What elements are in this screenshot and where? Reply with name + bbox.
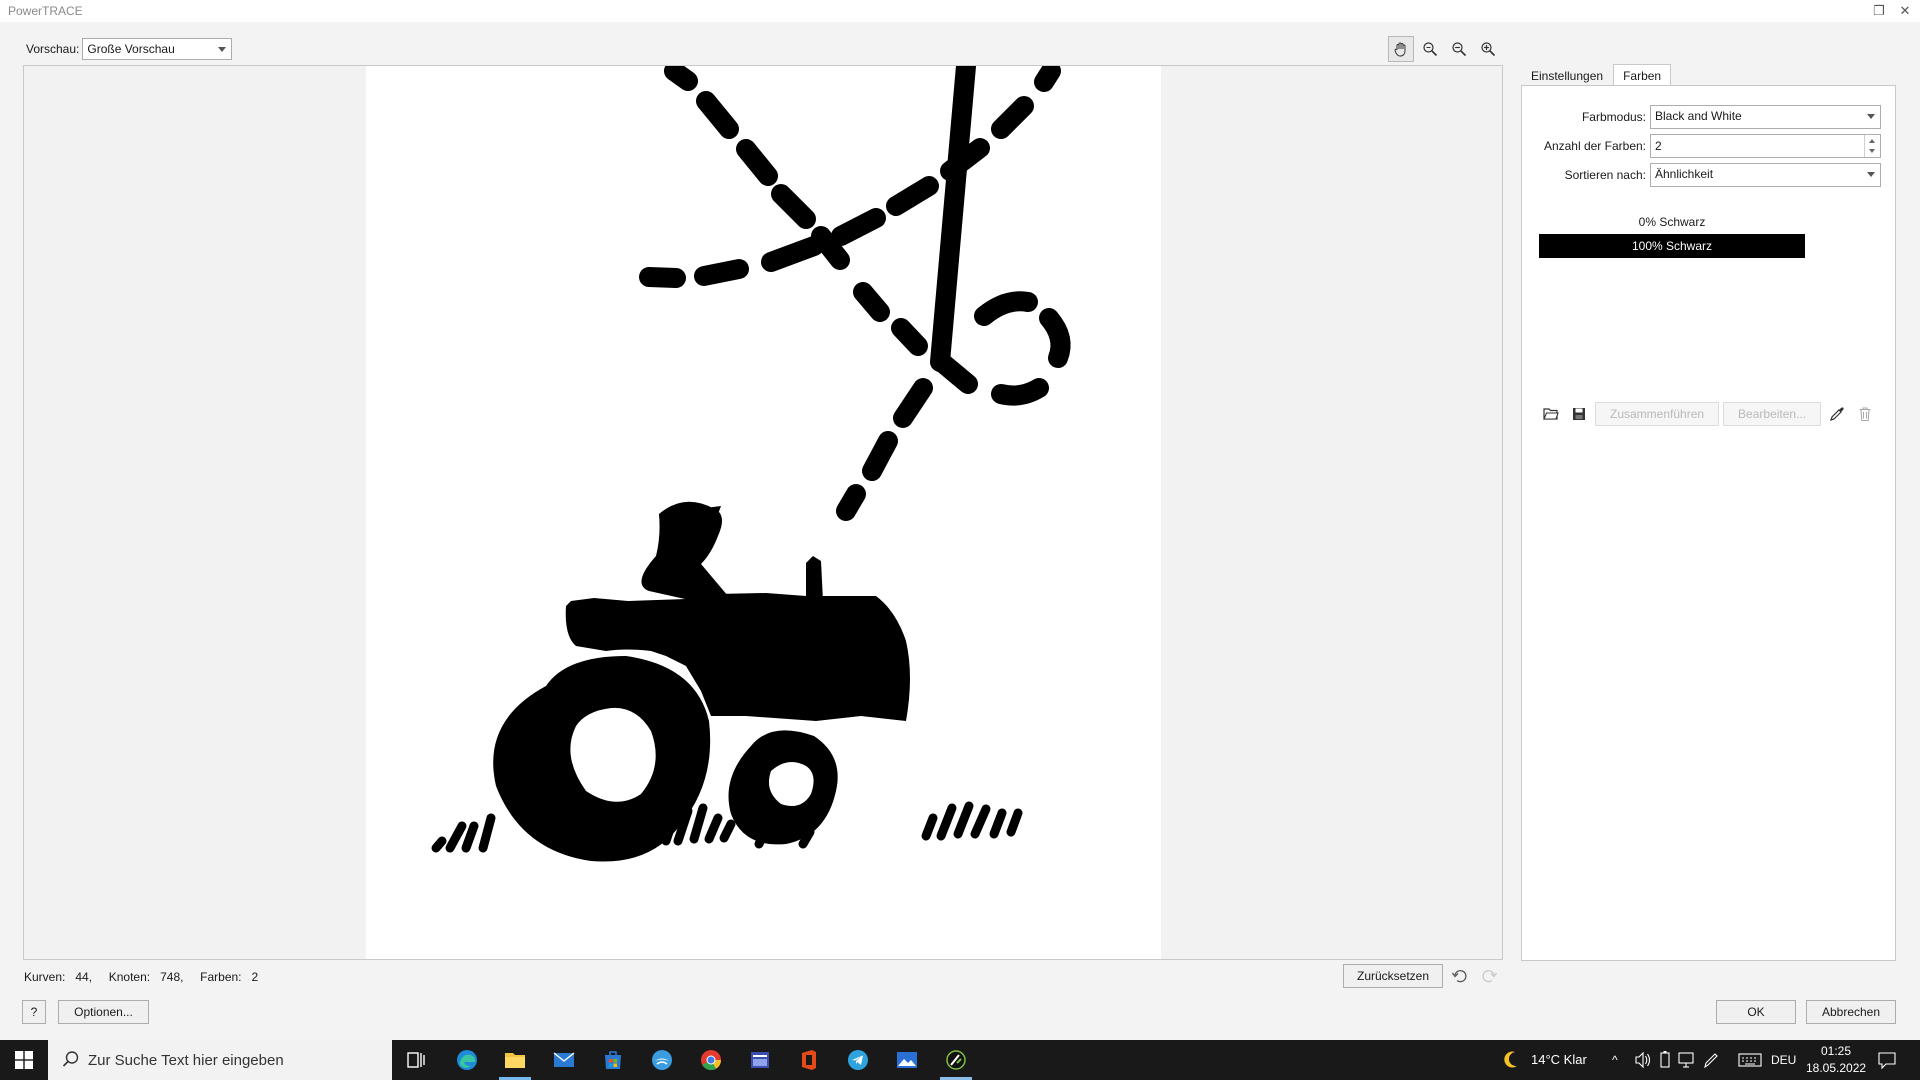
window-title: PowerTRACE xyxy=(8,4,83,18)
traced-image-page xyxy=(366,66,1161,959)
save-icon[interactable] xyxy=(1567,402,1591,426)
panel-tabs: Einstellungen Farben xyxy=(1521,64,1672,86)
color-list-item-selected[interactable]: 100% Schwarz xyxy=(1539,234,1805,258)
options-button[interactable]: Optionen... xyxy=(58,1000,149,1024)
pan-hand-icon[interactable] xyxy=(1388,36,1414,62)
title-bar: PowerTRACE ❐ ✕ xyxy=(0,0,1920,22)
weather-app-icon[interactable] xyxy=(650,1048,674,1072)
close-icon[interactable]: ✕ xyxy=(1896,2,1914,20)
clock-date: 18.05.2022 xyxy=(1806,1061,1867,1075)
trash-icon[interactable] xyxy=(1853,402,1877,426)
chrome-icon[interactable] xyxy=(699,1048,723,1072)
sort-row: Sortieren nach: Ähnlichkeit xyxy=(1522,163,1897,187)
curves-label: Kurven: xyxy=(24,970,66,984)
search-icon xyxy=(62,1051,79,1067)
color-list-item[interactable]: 0% Schwarz xyxy=(1539,210,1805,234)
colors-label: Farben: xyxy=(200,970,242,984)
reset-button[interactable]: Zurücksetzen xyxy=(1343,964,1443,988)
clock-time: 01:25 xyxy=(1820,1044,1852,1058)
search-placeholder: Zur Suche Text hier eingeben xyxy=(88,1052,284,1069)
edge-browser-icon[interactable] xyxy=(455,1048,479,1072)
zoom-in-icon[interactable] xyxy=(1475,36,1501,62)
stepper-down-icon[interactable] xyxy=(1869,149,1875,153)
weather-text[interactable]: 14°C Klar xyxy=(1531,1040,1587,1080)
stepper-up-icon[interactable] xyxy=(1869,139,1875,143)
nodes-value: 748, xyxy=(160,970,184,984)
preview-dropdown-value: Große Vorschau xyxy=(87,42,175,56)
telegram-icon[interactable] xyxy=(846,1048,870,1072)
colors-value: 2 xyxy=(251,970,259,984)
color-mode-row: Farbmodus: Black and White xyxy=(1522,105,1897,129)
color-mode-value: Black and White xyxy=(1655,109,1742,123)
zoom-icon[interactable] xyxy=(1417,36,1443,62)
restore-icon[interactable]: ❐ xyxy=(1870,2,1888,20)
taskbar: Zur Suche Text hier eingeben 14°C Klar ^… xyxy=(0,1040,1920,1080)
store-icon[interactable] xyxy=(601,1048,625,1072)
settings-panel: Einstellungen Farben Farbmodus: Black an… xyxy=(1521,64,1896,961)
color-mode-dropdown[interactable]: Black and White xyxy=(1650,105,1881,129)
merge-button[interactable]: Zusammenführen xyxy=(1595,402,1720,426)
chevron-down-icon xyxy=(1867,114,1875,119)
mail-icon[interactable] xyxy=(552,1048,576,1072)
pen-icon[interactable] xyxy=(1702,1040,1720,1080)
undo-icon[interactable] xyxy=(1451,967,1469,985)
preview-selector-row: Vorschau: Große Vorschau xyxy=(26,38,233,60)
help-button[interactable]: ? xyxy=(22,1000,46,1024)
sort-dropdown[interactable]: Ähnlichkeit xyxy=(1650,163,1881,187)
sort-value: Ähnlichkeit xyxy=(1655,167,1714,181)
chevron-down-icon xyxy=(218,47,227,52)
color-list: 0% Schwarz 100% Schwarz xyxy=(1539,210,1805,258)
color-tools-bar: Zusammenführen Bearbeiten... xyxy=(1539,402,1877,426)
moon-weather-icon[interactable] xyxy=(1502,1040,1522,1080)
color-count-row: Anzahl der Farben: 2 xyxy=(1522,134,1897,158)
cancel-button[interactable]: Abbrechen xyxy=(1806,1000,1896,1024)
coreldraw-icon[interactable] xyxy=(944,1048,968,1072)
task-view-icon[interactable] xyxy=(404,1048,428,1072)
stepper-buttons[interactable] xyxy=(1864,135,1880,157)
language-indicator[interactable]: DEU xyxy=(1771,1040,1796,1080)
speaker-icon[interactable] xyxy=(1634,1040,1652,1080)
photos-app-icon[interactable] xyxy=(895,1048,919,1072)
preview-canvas[interactable] xyxy=(23,65,1503,960)
nodes-label: Knoten: xyxy=(108,970,151,984)
office-icon[interactable] xyxy=(797,1048,821,1072)
chevron-up-icon[interactable]: ^ xyxy=(1612,1040,1628,1080)
zoom-out-icon[interactable] xyxy=(1446,36,1472,62)
colors-tab-body: Farbmodus: Black and White Anzahl der Fa… xyxy=(1521,85,1896,961)
sort-label: Sortieren nach: xyxy=(1564,168,1646,182)
windows-start-icon[interactable] xyxy=(0,1040,48,1080)
archive-app-icon[interactable] xyxy=(748,1048,772,1072)
edit-button[interactable]: Bearbeiten... xyxy=(1723,402,1822,426)
preview-label: Vorschau: xyxy=(26,42,80,56)
taskbar-search-input[interactable]: Zur Suche Text hier eingeben xyxy=(48,1040,392,1080)
chevron-down-icon xyxy=(1867,172,1875,177)
color-mode-label: Farbmodus: xyxy=(1581,110,1646,124)
trace-statistics: Kurven: 44, Knoten: 748, Farben: 2 xyxy=(24,970,258,984)
curves-value: 44, xyxy=(75,970,93,984)
network-icon[interactable] xyxy=(1678,1040,1696,1080)
color-count-value: 2 xyxy=(1655,139,1662,153)
view-toolbar xyxy=(1388,36,1501,62)
preview-dropdown[interactable]: Große Vorschau xyxy=(82,38,233,60)
keyboard-icon[interactable] xyxy=(1738,1040,1762,1080)
traced-tractor-image xyxy=(431,66,1071,862)
tab-farben[interactable]: Farben xyxy=(1613,64,1672,86)
color-count-stepper[interactable]: 2 xyxy=(1650,134,1881,158)
file-explorer-icon[interactable] xyxy=(503,1048,527,1072)
redo-icon[interactable] xyxy=(1480,967,1498,985)
color-count-label: Anzahl der Farben: xyxy=(1543,139,1646,153)
ok-button[interactable]: OK xyxy=(1716,1000,1796,1024)
battery-icon[interactable] xyxy=(1657,1040,1673,1080)
clock[interactable]: 01:25 18.05.2022 xyxy=(1806,1040,1866,1080)
notification-icon[interactable] xyxy=(1876,1040,1898,1080)
eyedropper-icon[interactable] xyxy=(1825,402,1849,426)
tab-einstellungen[interactable]: Einstellungen xyxy=(1521,64,1613,86)
open-folder-icon[interactable] xyxy=(1539,402,1563,426)
